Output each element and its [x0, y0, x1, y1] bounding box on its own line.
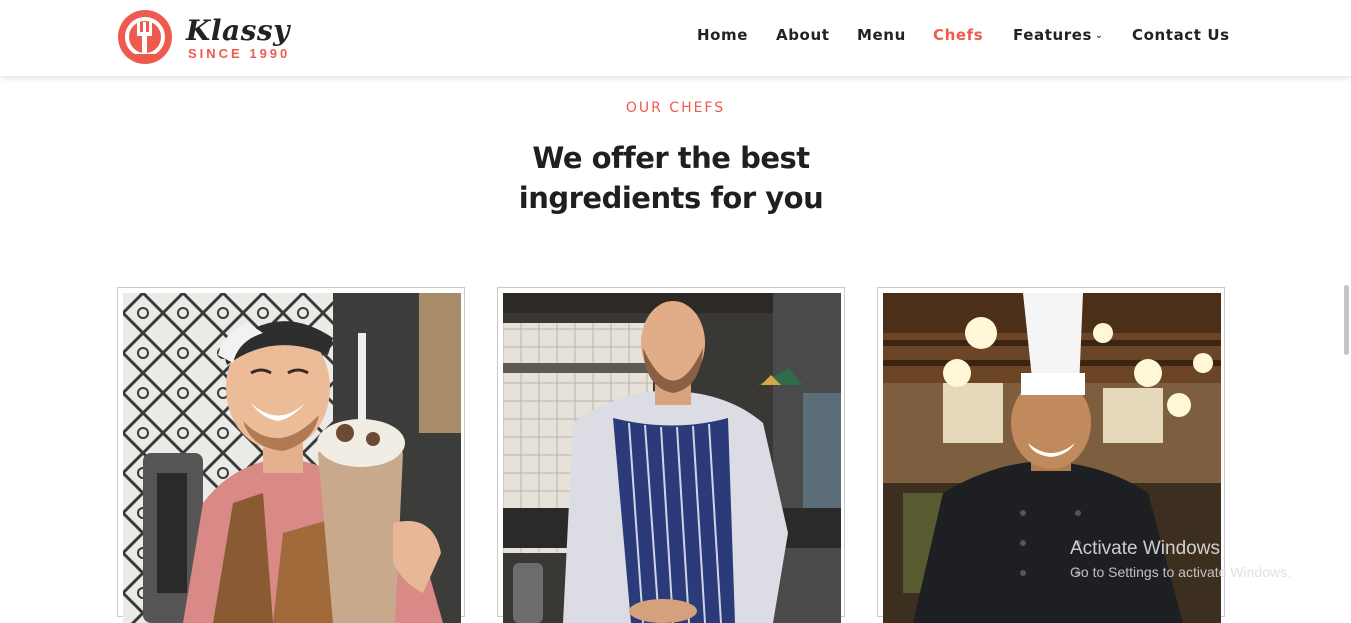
section-title-line-1: We offer the best [532, 141, 810, 175]
os-activation-watermark: Activate Windows Go to Settings to activ… [1070, 538, 1291, 580]
logo-icon [118, 10, 172, 64]
chevron-down-icon: ⌄ [1095, 31, 1104, 41]
nav-about[interactable]: About [776, 26, 830, 44]
section-title: We offer the best ingredients for you [0, 138, 1342, 218]
nav-features[interactable]: Features ⌄ [1013, 26, 1103, 44]
nav-menu[interactable]: Menu [857, 26, 906, 44]
nav-features-label: Features [1013, 26, 1093, 44]
section-eyebrow: OUR CHEFS [625, 100, 726, 116]
chef-photo-smiling-barista [123, 293, 461, 623]
watermark-title: Activate Windows [1070, 538, 1220, 559]
nav-contact-us[interactable]: Contact Us [1132, 26, 1230, 44]
brand-tagline: SINCE 1990 [188, 46, 291, 61]
nav-chefs[interactable]: Chefs [933, 26, 983, 44]
site-header: Klassy SINCE 1990 Home About Menu Chefs … [0, 0, 1351, 76]
watermark-subtitle: Go to Settings to activate Windows. [1070, 564, 1291, 580]
chef-card-1[interactable] [117, 287, 465, 623]
nav-home[interactable]: Home [697, 26, 748, 44]
section-title-line-2: ingredients for you [518, 181, 824, 215]
brand-name: Klassy [186, 14, 290, 47]
chef-card-2[interactable] [497, 287, 845, 623]
page-scrollbar-thumb[interactable] [1344, 285, 1349, 355]
brand-logo[interactable]: Klassy SINCE 1990 [116, 8, 296, 66]
chef-photo-apron-kitchen [503, 293, 841, 623]
